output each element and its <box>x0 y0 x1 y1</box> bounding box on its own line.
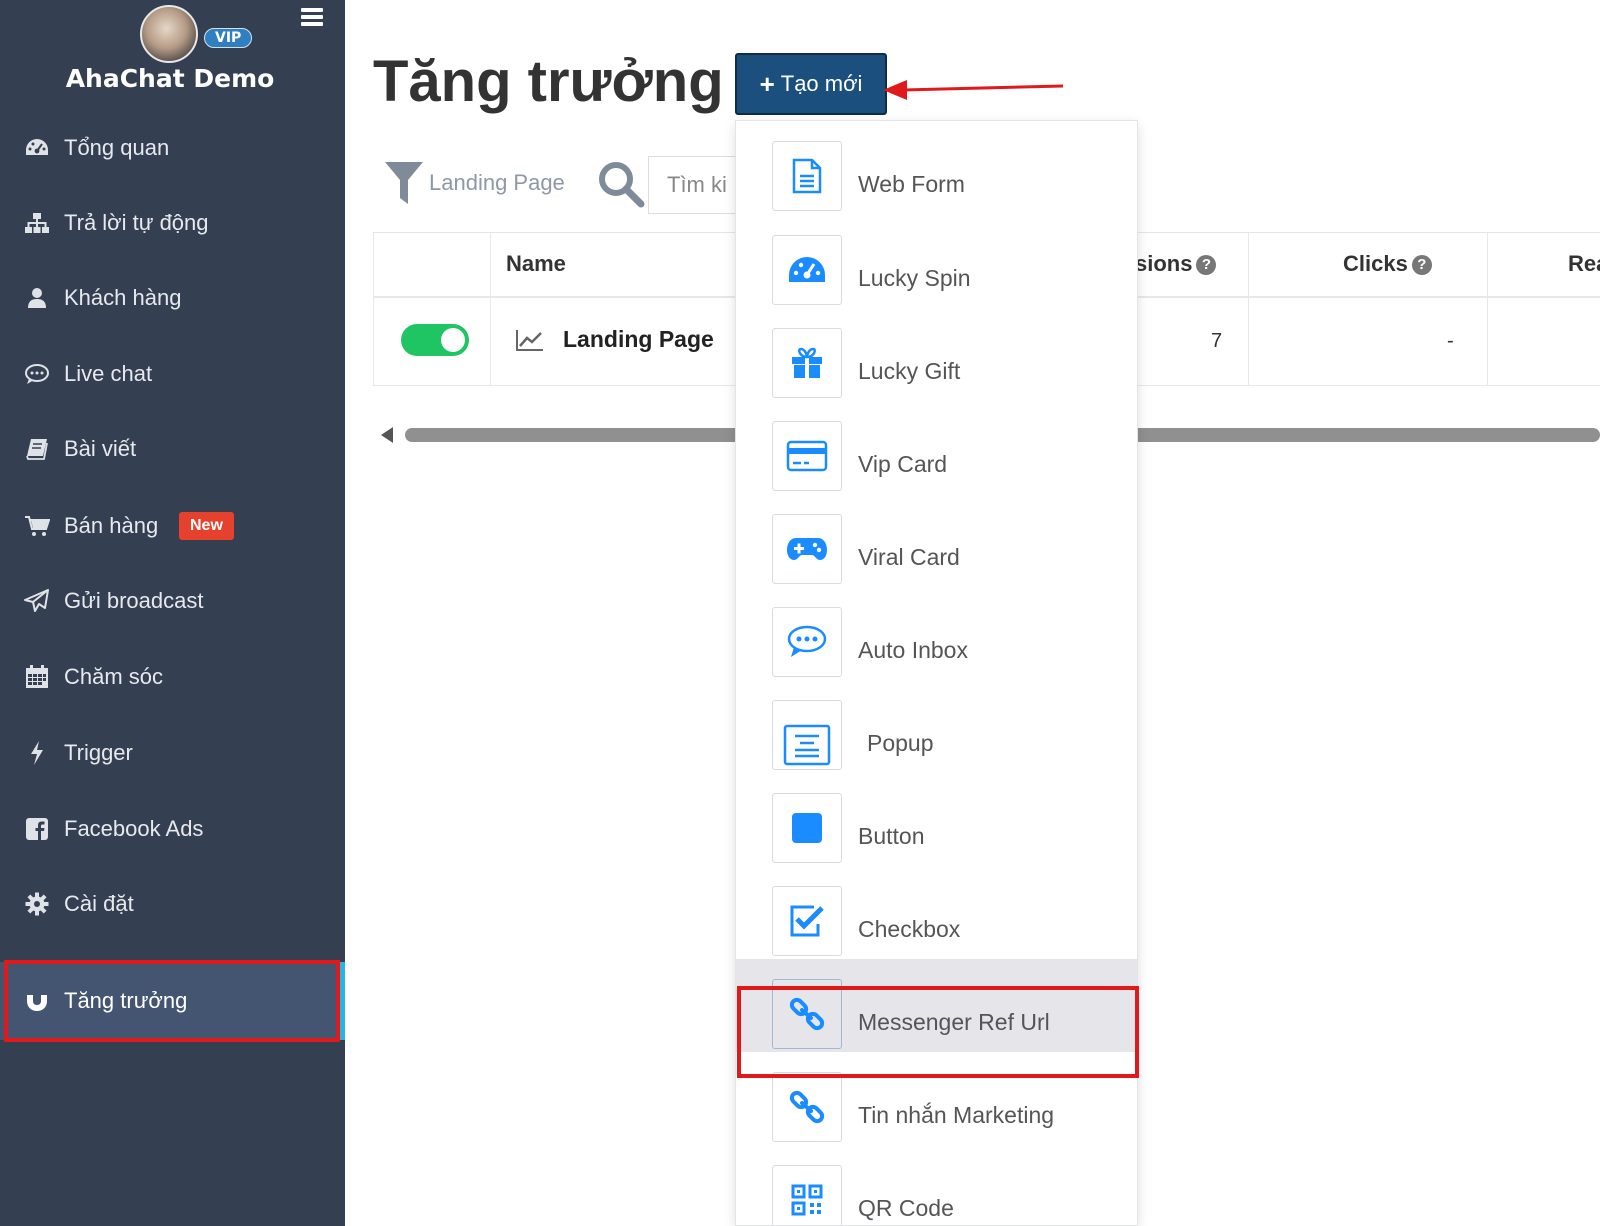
qrcode-icon <box>772 1165 842 1225</box>
dropdown-item-qr-code[interactable]: QR Code <box>736 1145 1137 1225</box>
sidebar-item-label: Bài viết <box>64 436 137 461</box>
column-header-sessions-label: sions <box>1135 251 1193 276</box>
gift-icon <box>772 328 842 398</box>
column-header-clicks[interactable]: Clicks? <box>1343 251 1432 277</box>
filter-dropdown[interactable]: Landing Page <box>383 160 565 206</box>
send-icon <box>24 588 50 614</box>
sitemap-icon <box>24 210 50 236</box>
annotation-highlight-box <box>737 986 1139 1078</box>
filter-icon <box>385 162 423 204</box>
sidebar-item-label: Chăm sóc <box>64 664 164 689</box>
book-icon <box>24 436 50 462</box>
search-icon[interactable] <box>597 160 645 208</box>
dropdown-item-label: Web Form <box>858 171 965 197</box>
status-toggle[interactable] <box>401 324 469 356</box>
dropdown-item-label: Checkbox <box>858 916 961 942</box>
column-header-rea[interactable]: Rea <box>1568 251 1600 277</box>
square-icon <box>772 793 842 863</box>
profile-header: VIP AhaChat Demo <box>0 0 345 110</box>
facebook-icon <box>24 816 50 842</box>
link-icon <box>772 1072 842 1142</box>
gamepad-icon <box>772 514 842 584</box>
scroll-left-icon[interactable] <box>381 427 393 443</box>
sidebar-item-gui-broadcast[interactable]: Gửi broadcast <box>0 571 345 631</box>
dropdown-item-popup[interactable]: Popup <box>736 680 1137 773</box>
bolt-icon <box>24 740 50 766</box>
cart-icon <box>24 513 50 539</box>
menu-toggle-icon[interactable] <box>301 8 323 29</box>
dropdown-item-checkbox[interactable]: Checkbox <box>736 866 1137 959</box>
sidebar-item-label: Facebook Ads <box>64 816 204 841</box>
column-header-sessions[interactable]: sions? <box>1135 251 1217 277</box>
dropdown-item-label: Viral Card <box>858 544 960 570</box>
gear-icon <box>24 891 50 917</box>
sidebar-item-ban-hang[interactable]: Bán hàng New <box>0 496 345 556</box>
dropdown-item-label: QR Code <box>858 1195 954 1221</box>
sidebar-item-cham-soc[interactable]: Chăm sóc <box>0 647 345 707</box>
dashboard-icon <box>24 135 50 161</box>
checkbox-icon <box>772 886 842 956</box>
sidebar-item-khach-hang[interactable]: Khách hàng <box>0 268 345 328</box>
chat-bubble-icon <box>772 607 842 677</box>
app-name: AhaChat Demo <box>65 64 275 93</box>
search-input[interactable]: Tìm ki <box>648 156 748 214</box>
filter-label: Landing Page <box>429 170 565 195</box>
dropdown-item-label: Tin nhắn Marketing <box>858 1102 1055 1128</box>
plus-icon: + <box>759 68 775 99</box>
dropdown-item-lucky-spin[interactable]: Lucky Spin <box>736 215 1137 308</box>
sidebar-item-label: Tổng quan <box>64 135 170 160</box>
column-header-clicks-label: Clicks <box>1343 251 1408 276</box>
page-title: Tăng trưởng <box>373 49 724 114</box>
sidebar-item-label: Trigger <box>64 740 133 765</box>
dropdown-item-vip-card[interactable]: Vip Card <box>736 401 1137 494</box>
dropdown-item-label: Button <box>858 823 925 849</box>
sidebar-item-bai-viet[interactable]: Bài viết <box>0 419 345 479</box>
sidebar-item-label: Bán hàng <box>64 513 159 538</box>
dropdown-item-lucky-gift[interactable]: Lucky Gift <box>736 308 1137 401</box>
help-icon[interactable]: ? <box>1411 255 1432 276</box>
dropdown-item-label: Popup <box>867 730 934 756</box>
sidebar-item-tra-loi-tu-dong[interactable]: Trả lời tự động <box>0 193 345 253</box>
document-icon <box>772 141 842 211</box>
dashboard-icon <box>772 235 842 305</box>
create-new-button[interactable]: + Tạo mới <box>735 53 887 115</box>
sidebar-item-label: Cài đặt <box>64 891 134 916</box>
sidebar-item-label: Khách hàng <box>64 285 182 310</box>
help-icon[interactable]: ? <box>1196 255 1217 276</box>
column-header-name[interactable]: Name <box>506 251 566 277</box>
row-name[interactable]: Landing Page <box>563 326 714 353</box>
vip-badge: VIP <box>204 28 253 48</box>
dropdown-item-web-form[interactable]: Web Form <box>736 121 1137 214</box>
sidebar-item-live-chat[interactable]: Live chat <box>0 344 345 404</box>
sidebar-item-label: Gửi broadcast <box>64 588 204 613</box>
calendar-icon <box>24 664 50 690</box>
line-chart-icon <box>516 330 543 351</box>
sidebar: VIP AhaChat Demo Tổng quan Trả lời tự độ… <box>0 0 345 1226</box>
user-icon <box>24 285 50 311</box>
sidebar-item-label: Live chat <box>64 361 153 386</box>
dropdown-item-viral-card[interactable]: Viral Card <box>736 494 1137 587</box>
annotation-highlight-box <box>4 960 340 1042</box>
popup-icon <box>772 700 842 770</box>
dropdown-item-label: Vip Card <box>858 451 948 477</box>
sidebar-item-cai-dat[interactable]: Cài đặt <box>0 874 345 934</box>
sidebar-item-facebook-ads[interactable]: Facebook Ads <box>0 799 345 859</box>
annotation-arrow-icon <box>883 80 1064 100</box>
credit-card-icon <box>772 421 842 491</box>
sidebar-item-label: Trả lời tự động <box>64 210 209 235</box>
dropdown-item-auto-inbox[interactable]: Auto Inbox <box>736 587 1137 680</box>
chat-icon <box>24 361 50 387</box>
dropdown-item-label: Auto Inbox <box>858 637 968 663</box>
cell-sessions: 7 <box>1211 330 1223 352</box>
sidebar-item-trigger[interactable]: Trigger <box>0 723 345 783</box>
new-badge: New <box>179 512 234 540</box>
cell-clicks: - <box>1447 330 1454 352</box>
sidebar-item-tong-quan[interactable]: Tổng quan <box>0 118 345 178</box>
dropdown-item-label: Lucky Spin <box>858 265 971 291</box>
avatar[interactable] <box>140 5 198 63</box>
dropdown-item-button[interactable]: Button <box>736 773 1137 866</box>
dropdown-item-label: Lucky Gift <box>858 358 961 384</box>
create-new-label: Tạo mới <box>780 71 863 96</box>
